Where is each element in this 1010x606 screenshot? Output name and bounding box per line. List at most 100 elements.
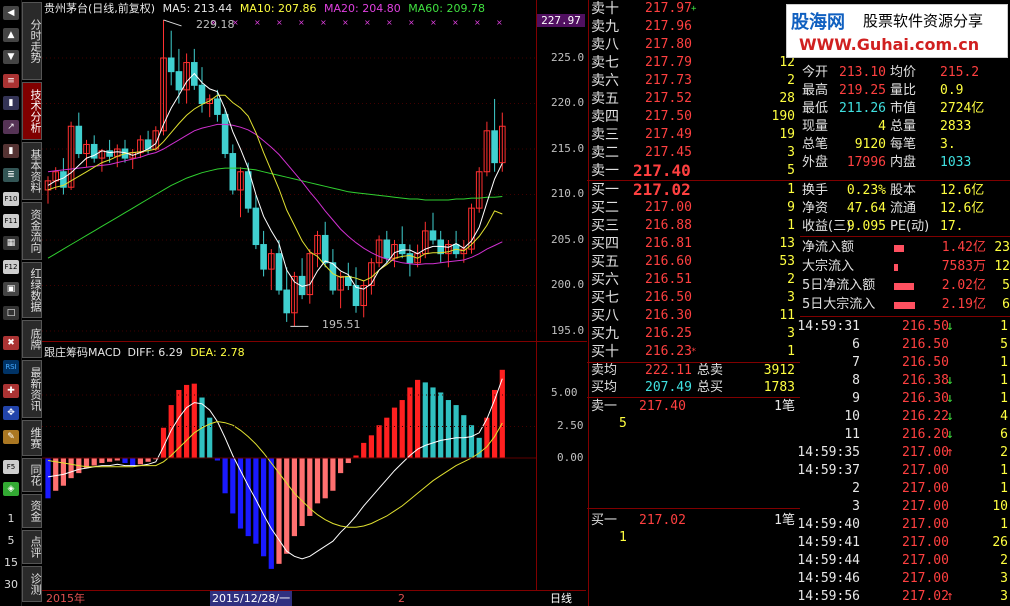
tick-arrow: ↓ <box>946 409 954 424</box>
stat-value: 9.095 <box>846 219 886 234</box>
macd-bar <box>268 458 274 569</box>
buy-avg: 207.49 <box>645 380 692 395</box>
macd-bar <box>45 458 51 499</box>
stat-value: 17996 <box>846 155 886 170</box>
candle-body <box>429 230 437 241</box>
order-label: 卖五 <box>591 91 619 107</box>
order-row[interactable]: 买五 216.60 53 <box>589 253 799 271</box>
tick-price: 217.00 <box>902 463 949 478</box>
order-row[interactable]: 卖五 217.52 28 <box>589 90 799 108</box>
sell-queue-row[interactable]: 卖一 217.40 1笔 <box>589 398 799 416</box>
order-volume: 1 <box>787 218 795 233</box>
order-row[interactable]: 卖三 217.49 19 <box>589 126 799 144</box>
period-label[interactable]: 日线 <box>550 591 572 606</box>
buy-queue-row[interactable]: 买一 217.02 1笔 <box>589 512 799 530</box>
order-label: 卖二 <box>591 145 619 161</box>
stat-row: 最低 211.26 市值 2724亿 <box>800 100 1010 118</box>
order-row[interactable]: 卖八217.801 <box>589 36 799 54</box>
tick-volume: 1 <box>1000 355 1008 370</box>
tick-time: 14:59:31 <box>797 319 860 334</box>
candle-body <box>252 207 260 246</box>
stat-label: 均价 <box>890 65 917 80</box>
ma10-line <box>47 94 503 282</box>
year-label: 2015年 <box>46 592 85 605</box>
watermark-slogan: 股票软件资源分享 <box>863 12 984 30</box>
flow-value: 2.19亿 <box>941 297 986 312</box>
candle-body <box>175 71 183 91</box>
tick-volume: 5 <box>1000 337 1008 352</box>
tick-time: 14:59:37 <box>797 463 860 478</box>
order-row[interactable]: 卖六 217.73 2 <box>589 72 799 90</box>
order-price: 217.49 <box>645 127 692 142</box>
macd-bar <box>484 417 490 458</box>
stat-value: 47.64 <box>846 201 886 216</box>
order-row[interactable]: 卖一 217.40 5 <box>589 162 799 180</box>
flow-label: 5日大宗流入 <box>802 297 876 312</box>
ma60-line <box>47 167 503 259</box>
watermark-url: WWW.Guhai.com.cn <box>799 35 980 54</box>
order-mark: * <box>691 347 697 357</box>
macd-bar <box>168 405 174 458</box>
order-row[interactable]: 买七 216.50 3 <box>589 289 799 307</box>
candle-body <box>198 84 206 105</box>
tick-row: 14:59:37 217.00 1 <box>797 462 1010 480</box>
order-row[interactable]: 买一 217.02 1 <box>589 181 799 199</box>
tick-volume: 3 <box>1000 589 1008 604</box>
order-price: 216.30 <box>645 308 692 323</box>
buy-queue-qty: 1 <box>619 530 627 545</box>
tick-price: 216.20 <box>902 427 949 442</box>
tick-price: 216.50 <box>902 355 949 370</box>
tick-row: 2 217.00 1 <box>800 480 1010 498</box>
tick-price: 217.00 <box>902 535 949 550</box>
price-tick: 195.0 <box>551 324 585 337</box>
stat-row: 今开 213.10 均价 215.2 <box>800 64 1010 82</box>
tick-time: 2 <box>852 481 860 496</box>
cursor-date: 2015/12/28/一 <box>210 591 293 606</box>
order-row[interactable]: 买八 216.30 11 <box>589 307 799 325</box>
order-row[interactable]: 买十 216.23 * 1 <box>589 343 799 361</box>
macd-dea: DEA: 2.78 <box>190 346 245 359</box>
order-price: 217.73 <box>645 73 692 88</box>
order-row[interactable]: 买二 217.00 9 <box>589 199 799 217</box>
candle-body <box>275 253 283 291</box>
macd-bar <box>68 458 74 479</box>
candle-body <box>75 125 83 155</box>
tick-time: 10 <box>844 409 860 424</box>
stat-label: 收益(三) <box>802 219 852 234</box>
order-row[interactable]: 卖二 217.45 3 <box>589 144 799 162</box>
stat-value: 4 <box>878 119 886 134</box>
tick-price: 217.00 <box>902 499 949 514</box>
tick-price: 216.38 <box>902 373 949 388</box>
tick-volume: 1 <box>1000 373 1008 388</box>
tick-price: 216.30 <box>902 391 949 406</box>
macd-bar <box>330 458 336 491</box>
macd-bar <box>345 458 351 464</box>
macd-bar <box>338 458 344 474</box>
tick-volume: 4 <box>1000 409 1008 424</box>
order-volume: 53 <box>779 254 795 269</box>
candle-body <box>167 57 175 73</box>
tick-volume: 6 <box>1000 427 1008 442</box>
tick-volume: 3 <box>1000 571 1008 586</box>
order-row[interactable]: 买三 216.88 1 <box>589 217 799 235</box>
tick-time: 14:59:35 <box>797 445 860 460</box>
tick-row: 14:59:46 217.00 3 <box>797 570 1010 588</box>
order-row[interactable]: 买六 216.51 2 <box>589 271 799 289</box>
price-tick: 220.0 <box>551 96 585 109</box>
sell-queue-label: 卖一 <box>591 399 618 414</box>
stat-label: 内盘 <box>890 155 917 170</box>
flow-label: 5日净流入额 <box>802 278 876 293</box>
order-row[interactable]: 买四 216.81 13 <box>589 235 799 253</box>
order-row[interactable]: 买九 216.25 3 <box>589 325 799 343</box>
event-marker: × <box>386 18 393 27</box>
order-row[interactable]: 卖四 217.50 190 <box>589 108 799 126</box>
stat-label: 市值 <box>890 101 917 116</box>
tick-time: 8 <box>852 373 860 388</box>
order-row[interactable]: 卖十 217.97 + <box>589 0 799 18</box>
stat-label: 最高 <box>802 83 829 98</box>
stat-value: 215.2 <box>940 65 980 80</box>
kline-chart[interactable]: × × × × × × × × × × × × × × <box>0 0 540 590</box>
order-row[interactable]: 卖七 217.79 12 <box>589 54 799 72</box>
order-row[interactable]: 卖九217.961 <box>589 18 799 36</box>
stat-value: 0.23% <box>846 183 886 198</box>
